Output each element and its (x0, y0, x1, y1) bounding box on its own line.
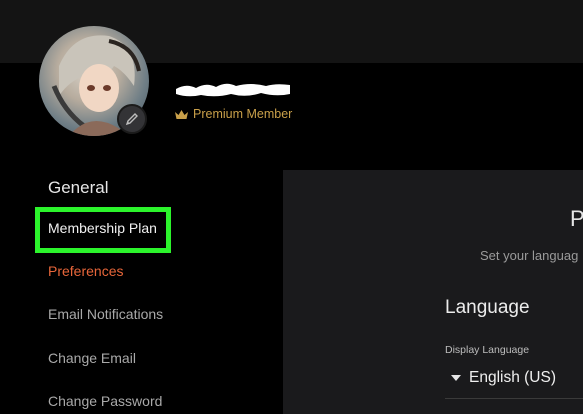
pencil-icon (125, 113, 138, 126)
divider (445, 398, 583, 399)
display-language-select[interactable]: English (US) (451, 369, 556, 387)
sidebar-item-change-email[interactable]: Change Email (48, 350, 136, 366)
sidebar-item-email-notifications[interactable]: Email Notifications (48, 306, 163, 322)
display-language-label: Display Language (445, 344, 530, 356)
caret-down-icon (451, 375, 461, 381)
sidebar-item-change-password[interactable]: Change Password (48, 393, 162, 409)
username-redacted (176, 83, 290, 97)
page-subtitle: Set your languag (480, 248, 579, 263)
sidebar-heading: General (48, 178, 109, 197)
sidebar-item-membership-plan[interactable]: Membership Plan (48, 220, 157, 236)
settings-page: Premium Member General Membership Plan P… (0, 0, 583, 414)
page-title: P (570, 206, 583, 231)
membership-badge: Premium Member (174, 107, 292, 121)
language-section-heading: Language (445, 297, 530, 318)
membership-badge-label: Premium Member (193, 107, 293, 121)
preferences-panel: P Set your languag Language Display Lang… (283, 170, 583, 414)
edit-avatar-button[interactable] (117, 104, 147, 134)
display-language-value: English (US) (469, 369, 556, 386)
sidebar-item-preferences[interactable]: Preferences (48, 263, 123, 279)
crown-icon (175, 109, 188, 119)
